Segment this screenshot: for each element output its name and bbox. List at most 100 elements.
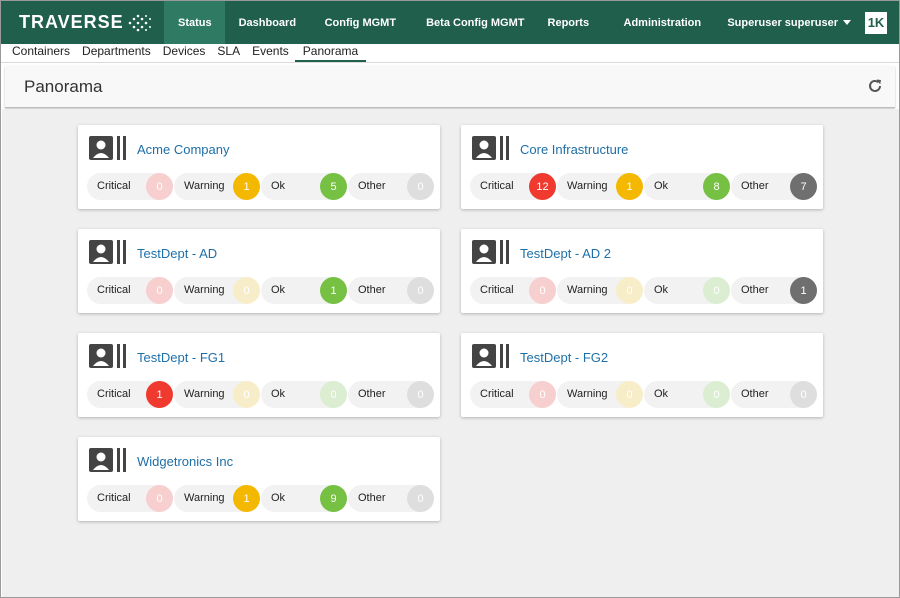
- status-label: Critical: [97, 388, 131, 400]
- status-pill-warning[interactable]: Warning 0: [557, 381, 643, 408]
- department-title[interactable]: TestDept - AD: [137, 246, 217, 261]
- department-title[interactable]: TestDept - FG1: [137, 350, 225, 365]
- status-pill-critical[interactable]: Critical 0: [470, 277, 556, 304]
- status-pill-ok[interactable]: Ok 1: [261, 277, 347, 304]
- status-pill-ok[interactable]: Ok 5: [261, 173, 347, 200]
- status-label: Critical: [97, 492, 131, 504]
- department-title[interactable]: Core Infrastructure: [520, 142, 628, 157]
- department-card: TestDept - FG2 Critical 0 Warning 0 Ok 0 Other 0: [461, 333, 823, 417]
- nav-config-mgmt[interactable]: Config MGMT: [309, 1, 411, 44]
- status-label: Other: [358, 180, 386, 192]
- subnav-departments[interactable]: Departments: [76, 44, 157, 63]
- department-title[interactable]: TestDept - FG2: [520, 350, 608, 365]
- nav-beta-config-mgmt[interactable]: Beta Config MGMT: [411, 1, 539, 44]
- department-card: TestDept - AD Critical 0 Warning 0 Ok 1 Other 0: [78, 229, 440, 313]
- page-header: Panorama: [5, 66, 895, 108]
- status-count-badge: 0: [616, 277, 643, 304]
- status-label: Other: [741, 180, 769, 192]
- status-pill-warning[interactable]: Warning 1: [557, 173, 643, 200]
- status-label: Other: [741, 284, 769, 296]
- status-pill-other[interactable]: Other 0: [731, 381, 817, 408]
- status-label: Ok: [654, 180, 669, 192]
- status-pill-critical[interactable]: Critical 0: [470, 381, 556, 408]
- status-count-badge: 0: [790, 381, 817, 408]
- status-count-badge: 0: [233, 277, 260, 304]
- status-pill-warning[interactable]: Warning 1: [174, 485, 260, 512]
- status-pill-critical[interactable]: Critical 12: [470, 173, 556, 200]
- status-count-badge: 8: [703, 173, 730, 200]
- status-label: Ok: [271, 180, 286, 192]
- nav-status[interactable]: Status: [164, 1, 226, 44]
- department-icon: [89, 136, 129, 164]
- user-menu[interactable]: Superuser superuser 1K: [727, 1, 899, 44]
- department-icon: [89, 344, 129, 372]
- status-pill-other[interactable]: Other 1: [731, 277, 817, 304]
- traverse-logo[interactable]: TRAVERSE: [1, 1, 164, 44]
- department-title[interactable]: TestDept - AD 2: [520, 246, 611, 261]
- status-pill-other[interactable]: Other 0: [348, 485, 434, 512]
- department-card: Acme Company Critical 0 Warning 1 Ok 5 Other 0: [78, 125, 440, 209]
- status-pill-warning[interactable]: Warning 0: [174, 381, 260, 408]
- status-pill-critical[interactable]: Critical 0: [87, 173, 173, 200]
- status-pill-warning[interactable]: Warning 0: [557, 277, 643, 304]
- status-count-badge: 12: [529, 173, 556, 200]
- subnav-sla[interactable]: SLA: [211, 44, 246, 63]
- status-pill-ok[interactable]: Ok 0: [644, 381, 730, 408]
- status-count-badge: 7: [790, 173, 817, 200]
- status-count-badge: 0: [233, 381, 260, 408]
- subnav-panorama[interactable]: Panorama: [294, 44, 367, 63]
- status-pill-critical[interactable]: Critical 1: [87, 381, 173, 408]
- status-pills: Critical 0 Warning 0 Ok 1 Other 0: [87, 277, 435, 304]
- status-label: Ok: [654, 388, 669, 400]
- status-label: Warning: [184, 180, 225, 192]
- status-label: Ok: [271, 388, 286, 400]
- subnav-events[interactable]: Events: [246, 44, 295, 63]
- status-label: Critical: [97, 284, 131, 296]
- status-pill-other[interactable]: Other 0: [348, 173, 434, 200]
- status-label: Other: [358, 284, 386, 296]
- department-card: TestDept - FG1 Critical 1 Warning 0 Ok 0 Other 0: [78, 333, 440, 417]
- status-count-badge: 9: [320, 485, 347, 512]
- brand-name: TRAVERSE: [19, 12, 124, 32]
- nav-dashboard[interactable]: Dashboard: [225, 1, 309, 44]
- status-label: Warning: [567, 388, 608, 400]
- user-role: Superuser: [727, 16, 782, 29]
- subnav-devices[interactable]: Devices: [157, 44, 212, 63]
- status-label: Other: [358, 492, 386, 504]
- status-count-badge: 5: [320, 173, 347, 200]
- status-label: Critical: [480, 284, 514, 296]
- department-title[interactable]: Acme Company: [137, 142, 229, 157]
- status-pill-critical[interactable]: Critical 0: [87, 485, 173, 512]
- nav-reports[interactable]: Reports: [539, 1, 597, 44]
- status-pill-ok[interactable]: Ok 9: [261, 485, 347, 512]
- status-pill-ok[interactable]: Ok 0: [261, 381, 347, 408]
- status-label: Warning: [184, 492, 225, 504]
- status-pill-critical[interactable]: Critical 0: [87, 277, 173, 304]
- department-icon: [472, 240, 512, 268]
- status-pill-other[interactable]: Other 0: [348, 277, 434, 304]
- department-title[interactable]: Widgetronics Inc: [137, 454, 233, 469]
- logo-dots-icon: [128, 13, 154, 33]
- status-count-badge: 1: [320, 277, 347, 304]
- status-pill-warning[interactable]: Warning 0: [174, 277, 260, 304]
- status-label: Ok: [654, 284, 669, 296]
- chevron-down-icon: [843, 20, 851, 25]
- status-count-badge: 0: [407, 381, 434, 408]
- status-count-badge: 0: [407, 173, 434, 200]
- status-label: Other: [741, 388, 769, 400]
- status-count-badge: 1: [146, 381, 173, 408]
- status-count-badge: 1: [233, 173, 260, 200]
- status-label: Critical: [97, 180, 131, 192]
- subnav-containers[interactable]: Containers: [6, 44, 76, 63]
- status-pill-warning[interactable]: Warning 1: [174, 173, 260, 200]
- status-count-badge: 0: [616, 381, 643, 408]
- department-icon: [472, 136, 512, 164]
- status-pill-ok[interactable]: Ok 8: [644, 173, 730, 200]
- status-pill-ok[interactable]: Ok 0: [644, 277, 730, 304]
- status-pill-other[interactable]: Other 0: [348, 381, 434, 408]
- refresh-icon[interactable]: [867, 78, 883, 94]
- company-logo: 1K: [865, 11, 887, 34]
- nav-administration[interactable]: Administration: [597, 1, 727, 44]
- status-pill-other[interactable]: Other 7: [731, 173, 817, 200]
- status-count-badge: 0: [529, 277, 556, 304]
